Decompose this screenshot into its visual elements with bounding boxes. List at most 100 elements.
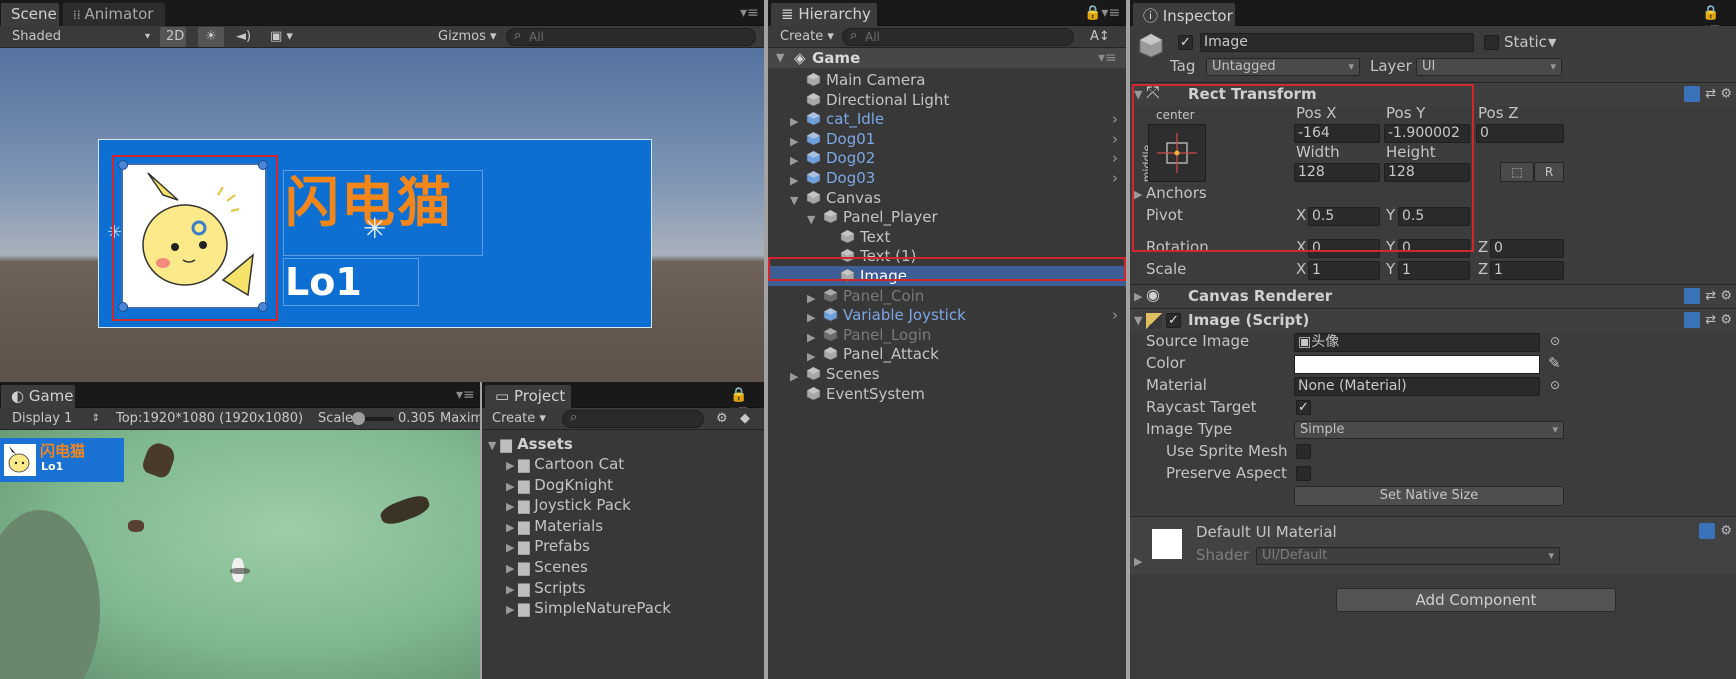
folder-dogknight[interactable]: ▶ ▆ DogKnight — [506, 476, 671, 497]
hierarchy-item[interactable]: ▼ Panel_Player — [768, 207, 1126, 227]
rot-z-field[interactable]: 0 — [1490, 239, 1564, 258]
image-script-header[interactable]: ▼ ✓ Image (Script) ⇄ ⚙ — [1130, 308, 1736, 332]
settings-gear-icon[interactable]: ⚙ — [1720, 524, 1732, 539]
help-icon[interactable] — [1699, 523, 1716, 539]
raycast-checkbox[interactable]: ✓ — [1296, 400, 1311, 415]
object-picker-icon[interactable]: ⊙ — [1550, 332, 1560, 351]
chevron-right-icon[interactable]: › — [1112, 148, 1118, 168]
scene-viewport[interactable]: ✳ 闪电猫 ✳ Lo1 — [0, 48, 764, 382]
material-field[interactable]: None (Material) — [1294, 377, 1540, 396]
panel-menu-icon[interactable]: ▾≡ — [456, 387, 475, 403]
hierarchy-item[interactable]: Main Camera — [768, 70, 1126, 90]
hierarchy-item[interactable]: ▶ Dog01 › — [768, 129, 1126, 149]
folder-cartoon-cat[interactable]: ▶ ▆ Cartoon Cat — [506, 455, 671, 476]
image-enabled-checkbox[interactable]: ✓ — [1166, 313, 1181, 328]
maximize-toggle[interactable]: Maximi — [434, 409, 480, 429]
lighting-icon[interactable]: ☀ — [198, 27, 224, 47]
game-viewport[interactable]: 闪电猫 Lo1 — [0, 430, 480, 679]
folder-scripts[interactable]: ▶ ▆ Scripts — [506, 579, 671, 600]
hierarchy-item[interactable]: ▶ Variable Joystick › — [768, 305, 1126, 325]
tab-game[interactable]: ◐ Game — [0, 384, 76, 408]
preset-icon[interactable]: ⇄ — [1705, 313, 1716, 328]
preset-icon[interactable]: ⇄ — [1705, 87, 1716, 102]
blueprint-mode-icon[interactable]: ⬚ — [1500, 162, 1534, 182]
object-name-field[interactable]: Image — [1200, 33, 1474, 52]
lock-icon[interactable]: 🔒▾≡ — [1084, 5, 1120, 21]
static-dropdown[interactable]: ▼ — [1548, 33, 1556, 52]
filter-label-icon[interactable]: ◆ — [734, 409, 756, 429]
scale-y-field[interactable]: 1 — [1398, 261, 1470, 280]
folder-simplenaturepack[interactable]: ▶ ▆ SimpleNaturePack — [506, 599, 671, 620]
project-create-dropdown[interactable]: Create ▾ — [486, 409, 546, 429]
gizmos-dropdown[interactable]: Gizmos ▾ — [432, 27, 497, 47]
static-checkbox[interactable] — [1484, 35, 1499, 50]
resolution-dropdown[interactable]: Top:1920*1080 (1920x1080) — [110, 409, 310, 429]
rect-handle[interactable] — [258, 160, 268, 170]
scale-x-field[interactable]: 1 — [1308, 261, 1380, 280]
raw-edit-button[interactable]: R — [1534, 162, 1564, 182]
panel-menu-icon[interactable]: ▾≡ — [740, 5, 759, 21]
settings-gear-icon[interactable]: ⚙ — [1720, 313, 1732, 328]
effects-icon[interactable]: ▣ ▾ — [264, 27, 304, 47]
shading-dropdown[interactable]: Shaded ▾ — [6, 27, 156, 47]
chevron-right-icon[interactable]: › — [1112, 109, 1118, 129]
hierarchy-item[interactable]: ▶ Dog02 › — [768, 148, 1126, 168]
scene-menu-icon[interactable]: ▾≡ — [1098, 50, 1117, 66]
folder-materials[interactable]: ▶ ▆ Materials — [506, 517, 671, 538]
audio-icon[interactable]: ◄) — [230, 27, 256, 47]
scale-slider[interactable] — [352, 412, 394, 425]
chevron-right-icon[interactable]: › — [1112, 168, 1118, 188]
tab-inspector[interactable]: ⓘ Inspector — [1132, 2, 1236, 26]
hierarchy-item[interactable]: ▼ Canvas — [768, 188, 1126, 208]
display-dropdown[interactable]: Display 1 ⇕ — [6, 409, 104, 429]
help-icon[interactable] — [1684, 86, 1701, 102]
scale-z-field[interactable]: 1 — [1490, 261, 1564, 280]
filter-type-icon[interactable]: ⚙ — [710, 409, 732, 429]
eyedropper-icon[interactable]: ✎ — [1548, 354, 1561, 373]
hierarchy-item[interactable]: ▶ Panel_Coin — [768, 286, 1126, 306]
folder-prefabs[interactable]: ▶ ▆ Prefabs — [506, 537, 671, 558]
object-picker-icon[interactable]: ⊙ — [1550, 376, 1560, 395]
scale-slider-thumb[interactable] — [352, 412, 365, 425]
layer-dropdown[interactable]: UI — [1416, 58, 1562, 76]
color-field[interactable] — [1294, 355, 1540, 374]
scene-header-row[interactable]: ▼ ◈ Game ▾≡ — [768, 48, 1126, 68]
preserve-aspect-checkbox[interactable] — [1296, 466, 1311, 481]
help-icon[interactable] — [1684, 288, 1701, 304]
pos-z-field[interactable]: 0 — [1476, 124, 1564, 143]
settings-gear-icon[interactable]: ⚙ — [1720, 87, 1732, 102]
hierarchy-search-input[interactable]: All — [842, 28, 1074, 46]
tab-project[interactable]: ▭ Project — [484, 384, 572, 408]
tab-scene[interactable]: Scene — [0, 2, 60, 26]
hierarchy-item[interactable]: ▶ Dog03 › — [768, 168, 1126, 188]
tab-hierarchy[interactable]: ≣ Hierarchy — [770, 2, 878, 26]
hierarchy-item[interactable]: ▶ Scenes — [768, 364, 1126, 384]
mode-2d-toggle[interactable]: 2D — [160, 27, 186, 47]
rect-handle[interactable] — [258, 302, 268, 312]
sort-icon[interactable]: A↕ — [1084, 27, 1114, 47]
assets-folder[interactable]: ▼ ▆ Assets — [488, 435, 573, 453]
set-native-size-button[interactable]: Set Native Size — [1294, 486, 1564, 506]
hierarchy-item[interactable]: ▶ cat_Idle › — [768, 109, 1126, 129]
sprite-mesh-checkbox[interactable] — [1296, 444, 1311, 459]
hierarchy-item[interactable]: ▶ Panel_Login — [768, 325, 1126, 345]
hierarchy-create-dropdown[interactable]: Create ▾ — [774, 27, 836, 47]
tab-animator[interactable]: ⁞⁞ Animator — [62, 2, 166, 26]
hierarchy-item[interactable]: Text — [768, 227, 1126, 247]
canvas-renderer-header[interactable]: ▶ ◉ Canvas Renderer ⇄ ⚙ — [1130, 284, 1736, 308]
chevron-right-icon[interactable]: › — [1112, 129, 1118, 149]
hierarchy-item[interactable]: ▶ Panel_Attack — [768, 344, 1126, 364]
shader-dropdown[interactable]: UI/Default — [1256, 547, 1560, 565]
add-component-button[interactable]: Add Component — [1336, 588, 1616, 612]
hierarchy-item[interactable]: EventSystem — [768, 384, 1126, 404]
active-checkbox[interactable]: ✓ — [1178, 35, 1193, 50]
hierarchy-item[interactable]: Directional Light — [768, 90, 1126, 110]
folder-joystick-pack[interactable]: ▶ ▆ Joystick Pack — [506, 496, 671, 517]
project-search-input[interactable] — [562, 410, 704, 428]
preset-icon[interactable]: ⇄ — [1705, 289, 1716, 304]
rect-handle[interactable] — [118, 302, 128, 312]
rect-handle[interactable] — [118, 160, 128, 170]
folder-scenes[interactable]: ▶ ▆ Scenes — [506, 558, 671, 579]
source-image-field[interactable]: ▣头像 — [1294, 333, 1540, 352]
chevron-right-icon[interactable]: › — [1112, 305, 1118, 325]
